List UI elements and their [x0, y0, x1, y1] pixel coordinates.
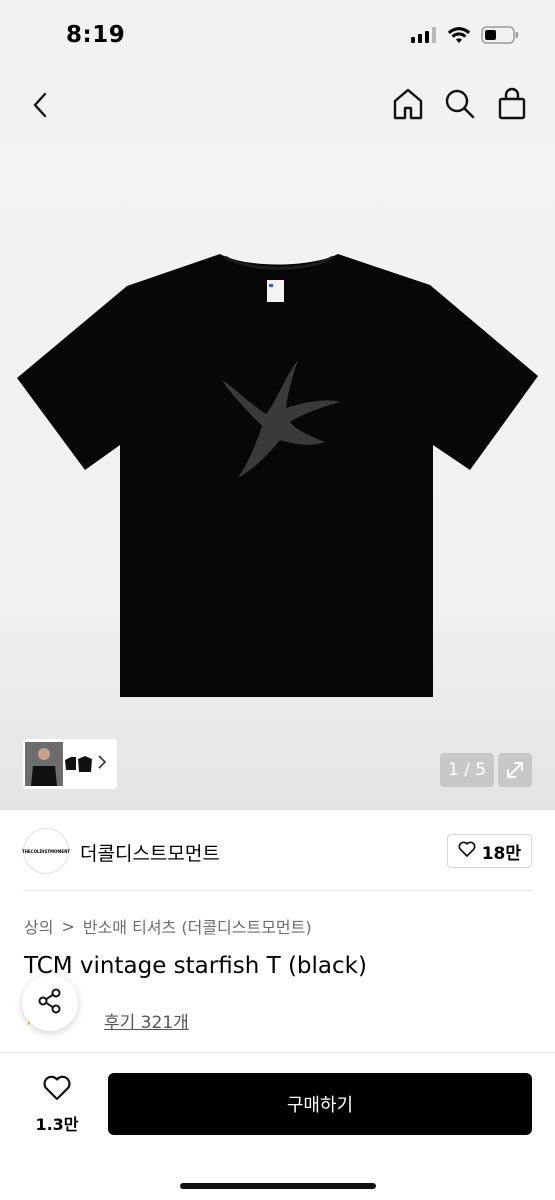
wishlist-button[interactable]: 1.3만: [30, 1075, 84, 1135]
buy-button[interactable]: 구매하기: [108, 1073, 532, 1135]
store-row[interactable]: THECOLDISTMOMENT 더콜디스트모먼트 18만: [0, 810, 555, 892]
product-image-gallery[interactable]: 1 / 5: [0, 140, 555, 810]
status-icons: [411, 26, 519, 48]
bottom-action-bar: 1.3만 구매하기: [0, 1052, 555, 1200]
share-icon: [36, 987, 64, 1019]
thumbnail-model-image[interactable]: [25, 742, 63, 786]
thumbnail-strip[interactable]: [23, 739, 117, 789]
store-like-count: 18만: [481, 843, 521, 864]
search-icon[interactable]: [443, 86, 477, 122]
battery-icon: [481, 26, 519, 48]
image-page-counter: 1 / 5: [440, 753, 494, 787]
store-logo-text: THECOLDISTMOMENT: [21, 848, 71, 854]
signal-icon: [411, 27, 437, 47]
review-count-link[interactable]: 후기 321개: [104, 1008, 189, 1033]
breadcrumb-subcategory[interactable]: 반소매 티셔츠 (더콜디스트모먼트): [83, 914, 312, 938]
product-title: TCM vintage starfish T (black): [24, 953, 367, 979]
store-name[interactable]: 더콜디스트모먼트: [80, 839, 220, 866]
chevron-right-icon[interactable]: [97, 754, 107, 774]
shopping-bag-icon[interactable]: [495, 86, 529, 122]
thumbnail-shirts-image[interactable]: [63, 742, 93, 786]
store-logo[interactable]: THECOLDISTMOMENT: [21, 828, 71, 874]
status-time: 8:19: [66, 22, 126, 48]
divider: [23, 890, 532, 891]
nav-actions: [391, 86, 529, 122]
store-like-button[interactable]: 18만: [446, 834, 532, 868]
heart-icon: [458, 841, 476, 862]
nav-bar: [0, 70, 555, 140]
breadcrumb: 상의 > 반소매 티셔츠 (더콜디스트모먼트): [24, 914, 312, 938]
expand-icon[interactable]: [498, 753, 532, 787]
wishlist-count: 1.3만: [35, 1115, 79, 1134]
breadcrumb-category[interactable]: 상의: [24, 914, 53, 938]
home-icon[interactable]: [391, 86, 425, 122]
back-chevron-icon[interactable]: [26, 88, 56, 122]
status-bar: 8:19: [0, 0, 555, 70]
home-indicator: [180, 1183, 376, 1189]
share-button[interactable]: [22, 975, 78, 1031]
wifi-icon: [447, 26, 471, 48]
heart-icon: [42, 1075, 72, 1105]
product-tshirt-image: [17, 254, 538, 697]
breadcrumb-separator: >: [61, 916, 75, 936]
